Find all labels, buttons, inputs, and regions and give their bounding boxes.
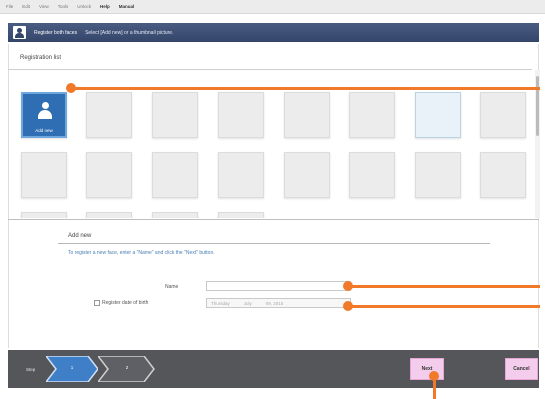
register-dob-checkbox[interactable] bbox=[94, 300, 100, 306]
menu-edit[interactable]: Edit bbox=[22, 4, 30, 9]
menu-unlock[interactable]: Unlock bbox=[77, 4, 91, 9]
callout-line-dob bbox=[350, 305, 540, 308]
callout-dot-name bbox=[343, 281, 353, 291]
callout-line-name bbox=[350, 285, 540, 288]
section-divider bbox=[8, 219, 539, 220]
thumbnail-tile[interactable] bbox=[218, 92, 264, 138]
registration-list-header: Registration list bbox=[8, 52, 532, 70]
add-new-title: Add new bbox=[68, 233, 92, 239]
add-new-tile[interactable]: Add new bbox=[21, 92, 67, 138]
thumbnail-tile[interactable] bbox=[218, 152, 264, 198]
thumbnail-tile[interactable] bbox=[152, 152, 198, 198]
add-new-instruction: To register a new face, enter a "Name" a… bbox=[68, 250, 215, 256]
step-2-chevron: 2 bbox=[98, 356, 156, 382]
step-1-number: 1 bbox=[70, 365, 74, 370]
thumbnail-tile[interactable] bbox=[152, 212, 198, 218]
thumbnail-tile[interactable] bbox=[284, 152, 330, 198]
register-dob-label: Register date of birth bbox=[102, 300, 149, 306]
step-1-chevron: 1 bbox=[46, 356, 98, 382]
dob-day-year: 09, 2015 bbox=[265, 300, 284, 306]
registration-list-title: Registration list bbox=[20, 55, 62, 61]
thumbnail-tile[interactable] bbox=[218, 212, 264, 218]
dob-picker: Thursday July 09, 2015 bbox=[206, 298, 351, 308]
callout-dot-add-new bbox=[66, 83, 76, 93]
scrollbar-thumb[interactable] bbox=[536, 76, 539, 136]
menu-file[interactable]: File bbox=[6, 4, 13, 9]
thumbnail-tile[interactable] bbox=[415, 152, 461, 198]
menu-bar: File Edit View Tools Unlock Help Manual bbox=[0, 0, 545, 14]
thumbnail-tile[interactable] bbox=[21, 212, 67, 218]
thumbnail-tile[interactable] bbox=[284, 92, 330, 138]
thumbnail-tile[interactable] bbox=[21, 152, 67, 198]
step-label: Step bbox=[26, 367, 36, 372]
name-label: Name bbox=[165, 284, 179, 290]
title-instruction: Select [Add new] or a thumbnail picture. bbox=[85, 29, 174, 36]
face-register-icon bbox=[13, 26, 26, 39]
thumbnail-tile[interactable] bbox=[152, 92, 198, 138]
app-title: Register both faces bbox=[34, 29, 78, 36]
menu-tools[interactable]: Tools bbox=[58, 4, 69, 9]
thumbnail-tile[interactable] bbox=[480, 92, 526, 138]
callout-line-add-new bbox=[74, 87, 540, 90]
thumbnail-scrollbar[interactable] bbox=[535, 70, 540, 218]
name-input[interactable] bbox=[206, 281, 351, 291]
cancel-button[interactable]: Cancel bbox=[505, 358, 538, 380]
thumbnail-tile[interactable] bbox=[349, 92, 395, 138]
step-2-number: 2 bbox=[125, 365, 129, 370]
thumbnail-grid: Add new bbox=[13, 76, 538, 218]
callout-dot-next bbox=[429, 371, 439, 381]
thumbnail-tile[interactable] bbox=[86, 152, 132, 198]
thumbnail-tile[interactable] bbox=[349, 152, 395, 198]
title-bar: Register both faces Select [Add new] or … bbox=[8, 23, 539, 42]
thumbnail-tile[interactable] bbox=[480, 152, 526, 198]
add-new-underline bbox=[58, 243, 490, 244]
menu-view[interactable]: View bbox=[39, 4, 49, 9]
menu-manual[interactable]: Manual bbox=[119, 4, 135, 9]
thumbnail-tile[interactable] bbox=[86, 92, 132, 138]
person-icon bbox=[38, 102, 52, 121]
dob-month: July bbox=[243, 300, 252, 306]
add-new-tile-label: Add new bbox=[35, 128, 53, 133]
callout-dot-dob bbox=[343, 301, 353, 311]
thumbnail-tile-selected[interactable] bbox=[415, 92, 461, 138]
thumbnail-tile[interactable] bbox=[86, 212, 132, 218]
menu-help[interactable]: Help bbox=[100, 4, 110, 9]
dob-weekday: Thursday bbox=[211, 300, 230, 306]
